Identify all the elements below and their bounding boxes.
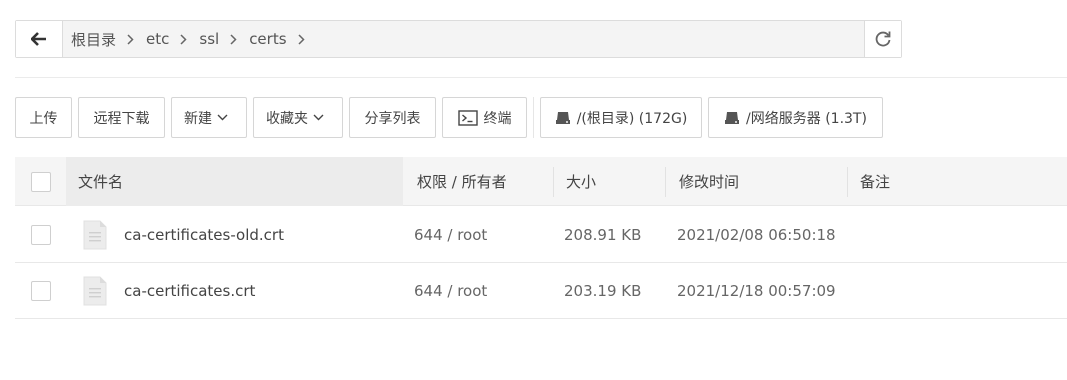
file-icon: [83, 220, 107, 250]
file-icon-cell: [83, 263, 107, 319]
column-header-name[interactable]: 文件名: [78, 157, 123, 206]
terminal-button[interactable]: 终端: [442, 97, 527, 138]
remote-download-button[interactable]: 远程下载: [78, 97, 165, 138]
chevron-down-icon: [313, 114, 324, 121]
toolbar: 上传 远程下载 新建 收藏夹 分享列表 终端 /(根目录) (172G) /网络…: [15, 97, 889, 138]
breadcrumb-item-certs[interactable]: certs: [249, 30, 316, 48]
column-header-size[interactable]: 大小: [566, 157, 596, 206]
hard-drive-icon: [725, 111, 740, 124]
table-row[interactable]: ca-certificates-old.crt 644 / root 208.9…: [15, 207, 1067, 263]
breadcrumb-item-root[interactable]: 根目录: [71, 29, 146, 50]
column-separator: [665, 167, 666, 197]
breadcrumb: 根目录 etc ssl certs: [63, 21, 864, 57]
row-select-cell: [31, 263, 51, 319]
new-dropdown-button[interactable]: 新建: [171, 97, 247, 138]
file-modified: 2021/12/18 00:57:09: [677, 282, 836, 300]
favorites-dropdown-button[interactable]: 收藏夹: [253, 97, 343, 138]
share-list-button[interactable]: 分享列表: [349, 97, 436, 138]
table-header: 文件名 权限 / 所有者 大小 修改时间 备注: [15, 157, 1067, 206]
file-perm-owner[interactable]: 644 / root: [414, 263, 487, 319]
file-perm-owner[interactable]: 644 / root: [414, 207, 487, 263]
upload-button[interactable]: 上传: [15, 97, 72, 138]
file-size: 208.91 KB: [564, 226, 642, 244]
refresh-button[interactable]: [864, 21, 901, 57]
row-checkbox[interactable]: [31, 225, 51, 245]
refresh-icon: [875, 31, 891, 47]
select-all-cell: [31, 157, 51, 206]
file-modified: 2021/02/08 06:50:18: [677, 226, 836, 244]
column-header-modified[interactable]: 修改时间: [679, 157, 739, 206]
file-size: 203.19 KB: [564, 282, 642, 300]
file-name[interactable]: ca-certificates-old.crt: [124, 207, 284, 263]
file-icon-cell: [83, 207, 107, 263]
row-checkbox[interactable]: [31, 281, 51, 301]
column-separator: [847, 167, 848, 197]
disk-root-button[interactable]: /(根目录) (172G): [540, 97, 702, 138]
path-bar: 根目录 etc ssl certs: [15, 20, 902, 58]
row-select-cell: [31, 207, 51, 263]
disk-net-button[interactable]: /网络服务器 (1.3T): [708, 97, 883, 138]
column-header-perm-owner[interactable]: 权限 / 所有者: [417, 157, 507, 206]
select-all-checkbox[interactable]: [31, 171, 51, 192]
column-header-note[interactable]: 备注: [860, 157, 890, 206]
column-separator: [553, 167, 554, 197]
chevron-right-icon: [127, 33, 134, 45]
chevron-right-icon: [180, 33, 187, 45]
breadcrumb-item-ssl[interactable]: ssl: [199, 30, 249, 48]
breadcrumb-item-etc[interactable]: etc: [146, 30, 199, 48]
divider: [15, 77, 1067, 78]
terminal-icon: [457, 109, 478, 126]
back-button[interactable]: [16, 21, 63, 57]
chevron-right-icon: [298, 33, 305, 45]
chevron-down-icon: [217, 114, 228, 121]
table-row[interactable]: ca-certificates.crt 644 / root 203.19 KB…: [15, 263, 1067, 319]
arrow-left-icon: [31, 32, 46, 46]
file-name[interactable]: ca-certificates.crt: [124, 263, 255, 319]
toolbar-separator: [533, 97, 534, 138]
file-icon: [83, 276, 107, 306]
hard-drive-icon: [555, 111, 570, 124]
chevron-right-icon: [230, 33, 237, 45]
